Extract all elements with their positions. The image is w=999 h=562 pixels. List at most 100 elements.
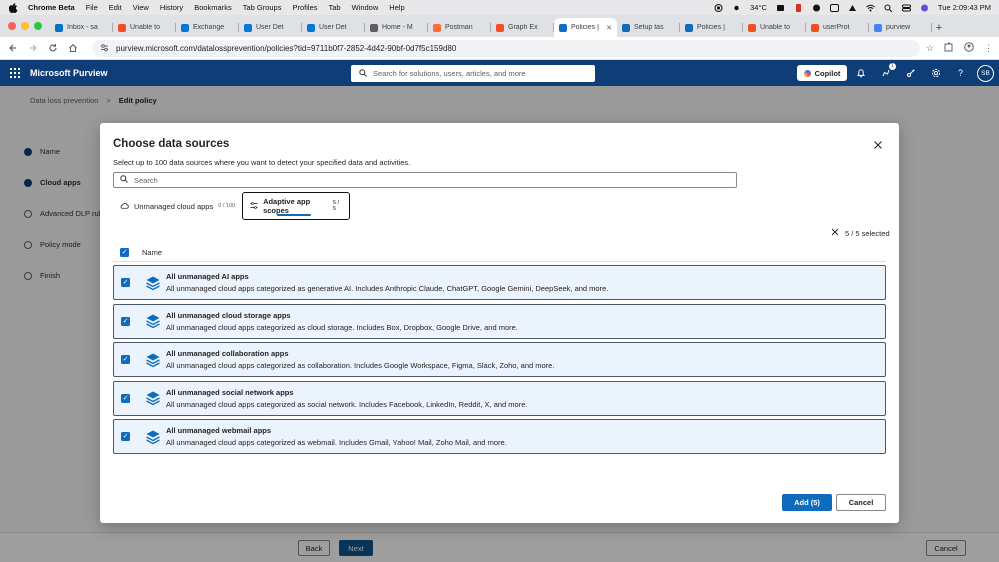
data-source-search-input[interactable]: Search	[113, 172, 737, 188]
browser-tab[interactable]: Unable to	[113, 18, 176, 37]
search-icon	[359, 68, 367, 79]
select-all-checkbox[interactable]: ✓	[120, 248, 129, 257]
row-text: All unmanaged AI apps All unmanaged cloud…	[166, 272, 608, 293]
close-window-button[interactable]	[8, 22, 16, 30]
tab-favicon-icon	[370, 23, 378, 32]
menu-help[interactable]: Help	[389, 3, 404, 12]
menu-tab-groups[interactable]: Tab Groups	[243, 3, 282, 12]
clock-text[interactable]: Tue 2:09:43 PM	[938, 3, 991, 12]
temperature-text: 34°C	[750, 3, 767, 12]
list-header: ✓ Name	[113, 244, 886, 262]
row-title: All unmanaged cloud storage apps	[166, 310, 291, 320]
browser-tab[interactable]: User Det	[302, 18, 365, 37]
reload-icon[interactable]	[46, 41, 60, 55]
tab-unmanaged-cloud-apps[interactable]: Unmanaged cloud apps 0 / 100	[113, 193, 242, 219]
row-title: All unmanaged collaboration apps	[166, 349, 289, 358]
browser-tab[interactable]: Graph Ex	[491, 18, 554, 37]
profile-icon[interactable]	[964, 42, 974, 54]
menu-view[interactable]: View	[133, 3, 149, 12]
menu-profiles[interactable]: Profiles	[292, 3, 317, 12]
notification-bell-icon[interactable]	[855, 68, 866, 79]
screen-record-icon[interactable]	[714, 3, 723, 12]
feed-icon[interactable]: 1	[880, 62, 896, 79]
tab-favicon-icon	[55, 23, 63, 32]
browser-tab[interactable]: User Det	[239, 18, 302, 37]
close-icon[interactable]	[872, 139, 884, 151]
diagnostics-icon[interactable]	[905, 68, 916, 79]
menu-history[interactable]: History	[160, 3, 183, 12]
status-item-icon-2[interactable]	[812, 4, 821, 12]
help-icon[interactable]: ?	[955, 68, 966, 79]
browser-tab-strip: Inbox - sa Unable to Exchange User Det User …	[0, 15, 999, 37]
row-checkbox[interactable]: ✓	[121, 316, 130, 326]
back-arrow-icon[interactable]	[6, 41, 20, 55]
browser-tab[interactable]: Exchange	[176, 18, 239, 37]
spotlight-search-icon[interactable]	[884, 4, 893, 12]
url-text[interactable]: purview.microsoft.com/datalossprevention…	[116, 44, 456, 53]
status-item-icon[interactable]	[776, 4, 785, 12]
browser-tab[interactable]: purview	[869, 18, 932, 37]
extensions-icon[interactable]	[944, 42, 954, 54]
control-center-icon[interactable]	[901, 4, 911, 12]
bookmark-star-icon[interactable]: ☆	[926, 43, 934, 54]
global-search-box[interactable]: Search for solutions, users, articles, a…	[351, 65, 595, 82]
forward-arrow-icon[interactable]	[26, 41, 40, 55]
minimize-window-button[interactable]	[21, 22, 29, 30]
scope-row[interactable]: ✓ All unmanaged webmail apps All unmanaged…	[113, 419, 886, 454]
app-launcher-icon[interactable]	[0, 68, 30, 78]
add-button[interactable]: Add (5)	[782, 494, 832, 511]
apple-icon[interactable]	[8, 2, 18, 13]
browser-tab[interactable]: Postman	[428, 18, 491, 37]
status-item-icon-3[interactable]	[829, 3, 839, 12]
user-avatar[interactable]: SB	[977, 65, 994, 82]
brand-title[interactable]: Microsoft Purview	[30, 68, 108, 78]
new-tab-button[interactable]: +	[932, 18, 946, 37]
close-tab-icon[interactable]: ✕	[606, 24, 612, 32]
row-checkbox[interactable]: ✓	[121, 393, 130, 403]
browser-tab[interactable]: Setup tas	[617, 18, 680, 37]
fullscreen-window-button[interactable]	[34, 22, 42, 30]
global-search-placeholder: Search for solutions, users, articles, a…	[373, 69, 526, 78]
menu-window[interactable]: Window	[352, 3, 379, 12]
menu-edit[interactable]: Edit	[109, 3, 122, 12]
row-checkbox[interactable]: ✓	[121, 278, 130, 287]
copilot-button[interactable]: Copilot	[797, 65, 847, 81]
weather-icon[interactable]	[732, 4, 741, 12]
address-bar[interactable]: purview.microsoft.com/datalossprevention…	[92, 39, 920, 57]
tab-favicon-icon	[433, 23, 441, 32]
browser-menu-icon[interactable]: ⋮	[984, 43, 993, 54]
column-header-name[interactable]: Name	[142, 248, 162, 257]
row-text: All unmanaged cloud storage apps All unma…	[166, 311, 518, 332]
status-item-icon-4[interactable]	[848, 4, 857, 12]
settings-gear-icon[interactable]	[930, 68, 941, 79]
browser-tab[interactable]: Policies |	[680, 18, 743, 37]
row-checkbox[interactable]: ✓	[121, 355, 130, 364]
home-icon[interactable]	[66, 41, 80, 55]
row-checkbox[interactable]: ✓	[121, 432, 130, 441]
clear-selection-icon[interactable]	[831, 228, 839, 238]
scope-row[interactable]: ✓ All unmanaged social network apps All un…	[113, 380, 886, 416]
browser-tab[interactable]: Inbox - sa	[50, 18, 113, 37]
scope-row[interactable]: ✓ All unmanaged cloud storage apps All unm…	[113, 303, 886, 339]
scope-row[interactable]: ✓ All unmanaged AI apps All unmanaged clou…	[113, 265, 886, 300]
status-item-red-icon[interactable]	[794, 3, 803, 12]
row-text: All unmanaged social network apps All unm…	[166, 388, 527, 409]
siri-icon[interactable]	[920, 4, 929, 12]
cancel-button[interactable]: Cancel	[836, 494, 886, 511]
browser-tab[interactable]: Policies | ✕	[554, 18, 617, 37]
row-text: All unmanaged collaboration apps All unma…	[166, 349, 554, 370]
site-info-icon[interactable]	[100, 43, 109, 54]
browser-tab[interactable]: Unable to	[743, 18, 806, 37]
menu-bookmarks[interactable]: Bookmarks	[194, 3, 232, 12]
row-description: All unmanaged cloud apps categorized as …	[166, 284, 609, 293]
menu-app-name[interactable]: Chrome Beta	[28, 3, 75, 12]
layers-icon	[145, 352, 161, 368]
tab-adaptive-app-scopes[interactable]: Adaptive app scopes 5 / 5	[242, 192, 351, 220]
menu-tab[interactable]: Tab	[329, 3, 341, 12]
browser-tab[interactable]: Home - M	[365, 18, 428, 37]
tab-title: User Det	[256, 24, 284, 31]
browser-tab[interactable]: userProt	[806, 18, 869, 37]
menu-file[interactable]: File	[86, 3, 98, 12]
wifi-icon[interactable]	[866, 4, 875, 12]
scope-row[interactable]: ✓ All unmanaged collaboration apps All unm…	[113, 342, 886, 377]
